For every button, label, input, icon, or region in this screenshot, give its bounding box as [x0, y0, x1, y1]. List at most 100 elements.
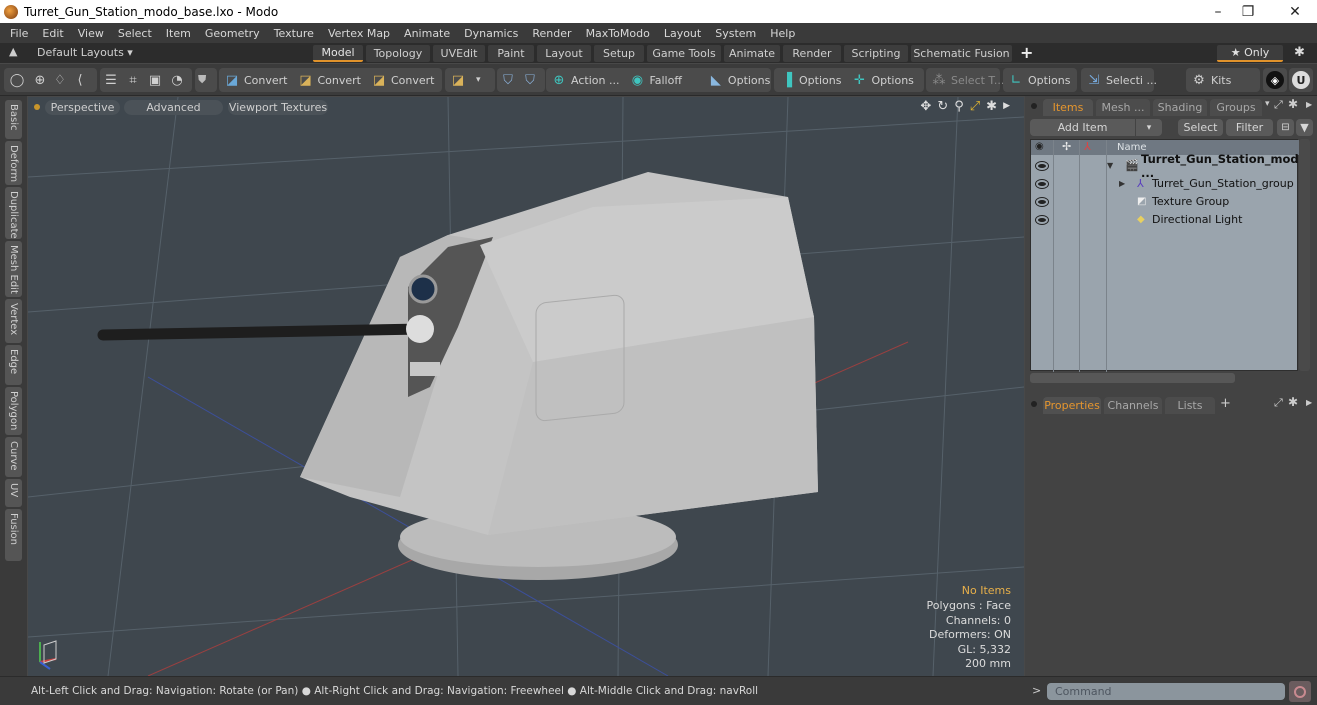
select-through-button[interactable]: ⁂ Select T...: [926, 68, 1009, 92]
menu-animate[interactable]: Animate: [397, 27, 457, 40]
tab-lists[interactable]: Lists: [1165, 397, 1215, 414]
tab-fusion[interactable]: Fusion: [5, 509, 22, 561]
tab-scripting[interactable]: Scripting: [844, 45, 908, 62]
list-item[interactable]: ◆ Directional Light: [1031, 211, 1299, 228]
tab-groups[interactable]: Groups: [1210, 99, 1262, 116]
tab-uvedit[interactable]: UVEdit: [433, 45, 485, 62]
maximize-icon[interactable]: ⤢: [970, 99, 980, 114]
tab-schematic-fusion[interactable]: Schematic Fusion: [911, 45, 1012, 62]
add-tab-button[interactable]: +: [1220, 396, 1231, 411]
expand-triangle-icon[interactable]: ▶: [1119, 179, 1125, 188]
menu-select[interactable]: Select: [111, 27, 159, 40]
tab-basic[interactable]: Basic: [5, 100, 22, 139]
default-layouts-dropdown[interactable]: Default Layouts ▾: [37, 46, 133, 59]
tab-layout[interactable]: Layout: [537, 45, 591, 62]
tab-channels[interactable]: Channels: [1104, 397, 1162, 414]
tab-render[interactable]: Render: [783, 45, 841, 62]
tab-paint[interactable]: Paint: [488, 45, 534, 62]
perspective-button[interactable]: Perspective: [45, 100, 120, 115]
panel-settings-icon[interactable]: ✱: [1288, 395, 1298, 409]
menu-texture[interactable]: Texture: [267, 27, 321, 40]
rotate-icon[interactable]: ↻: [937, 99, 948, 114]
panel-expand-icon[interactable]: ▶: [1306, 100, 1312, 109]
zoom-icon[interactable]: ⚲: [954, 99, 964, 114]
convert-button-3[interactable]: ◪ Convert: [366, 68, 440, 92]
shield-button[interactable]: ⛊: [195, 68, 217, 92]
tab-curve[interactable]: Curve: [5, 437, 22, 477]
select-globe-button[interactable]: ⊕: [30, 68, 50, 92]
options-button-2[interactable]: ▐ Options: [774, 68, 846, 92]
list-item[interactable]: ▶ ⅄ Turret_Gun_Station_group: [1031, 175, 1299, 192]
menu-help[interactable]: Help: [763, 27, 802, 40]
filter-funnel-button[interactable]: ▼: [1296, 119, 1313, 136]
menu-layout[interactable]: Layout: [657, 27, 708, 40]
options-button-4[interactable]: ∟ Options: [1003, 68, 1075, 92]
menu-render[interactable]: Render: [525, 27, 578, 40]
select-path-button[interactable]: ⟨: [70, 68, 90, 92]
collapse-up-icon[interactable]: ▲: [9, 45, 17, 58]
item-list-horizontal-scrollbar[interactable]: [1030, 373, 1235, 383]
tab-mesh[interactable]: Mesh ...: [1096, 99, 1150, 116]
tab-vertex[interactable]: Vertex: [5, 299, 22, 343]
restore-button[interactable]: ❐: [1226, 0, 1270, 23]
convert-button-1[interactable]: ◪ Convert: [219, 68, 293, 92]
collapse-triangle-icon[interactable]: ▼: [1107, 161, 1113, 170]
collapse-list-button[interactable]: ⊟: [1277, 119, 1294, 136]
menu-dynamics[interactable]: Dynamics: [457, 27, 525, 40]
pan-move-icon[interactable]: ✥: [920, 99, 931, 114]
panel-settings-icon[interactable]: ✱: [1288, 97, 1298, 111]
add-item-button[interactable]: Add Item: [1030, 119, 1135, 136]
falloff-button[interactable]: ◉ Falloff: [624, 68, 686, 92]
tab-edge[interactable]: Edge: [5, 345, 22, 385]
element-mode-2[interactable]: ⌗: [122, 68, 144, 92]
element-mode-1[interactable]: ☰: [100, 68, 122, 92]
viewport-textures-button[interactable]: Viewport Textures: [228, 100, 328, 115]
snap-button-2[interactable]: ⛉: [519, 68, 541, 92]
panel-maximize-icon[interactable]: ⤢: [1274, 396, 1283, 410]
tab-model[interactable]: Model: [313, 45, 363, 62]
viewport-status-dot[interactable]: [34, 104, 40, 110]
tab-topology[interactable]: Topology: [366, 45, 430, 62]
element-mode-4[interactable]: ◔: [166, 68, 188, 92]
options-button-3[interactable]: ✛ Options: [846, 68, 918, 92]
tab-polygon[interactable]: Polygon: [5, 387, 22, 435]
panel-maximize-icon[interactable]: ⤢: [1274, 98, 1283, 112]
panel-menu-dot[interactable]: [1031, 103, 1037, 109]
close-button[interactable]: ✕: [1273, 0, 1317, 23]
menu-edit[interactable]: Edit: [35, 27, 70, 40]
list-item[interactable]: ▼ 🎬 Turret_Gun_Station_mod ...: [1031, 152, 1299, 180]
list-item[interactable]: ◩ Texture Group: [1031, 193, 1299, 210]
unity-button[interactable]: ◈: [1263, 68, 1287, 92]
expand-arrow-icon[interactable]: ▶: [1003, 101, 1010, 114]
viewport-settings-icon[interactable]: ✱: [986, 99, 997, 114]
visibility-eye-icon[interactable]: [1036, 215, 1048, 224]
menu-file[interactable]: File: [0, 27, 35, 40]
selection-sets-button[interactable]: ⇲ Selecti ...: [1081, 68, 1162, 92]
options-button-1[interactable]: ◣ Options: [703, 68, 775, 92]
only-toggle[interactable]: ★ Only: [1217, 45, 1283, 62]
visibility-eye-icon[interactable]: [1036, 197, 1048, 206]
add-item-dropdown[interactable]: ▾: [1136, 119, 1162, 136]
command-history-button[interactable]: [1289, 681, 1311, 702]
menu-item[interactable]: Item: [159, 27, 198, 40]
tab-items[interactable]: Items: [1043, 99, 1093, 116]
tab-shading[interactable]: Shading: [1153, 99, 1207, 116]
gear-icon[interactable]: ✱: [1294, 45, 1305, 60]
command-input[interactable]: Command: [1047, 683, 1285, 700]
tabs-dropdown-icon[interactable]: ▾: [1265, 99, 1270, 109]
panel-expand-icon[interactable]: ▶: [1306, 398, 1312, 407]
item-list-vertical-scrollbar[interactable]: [1299, 139, 1310, 371]
menu-system[interactable]: System: [708, 27, 763, 40]
menu-vertex-map[interactable]: Vertex Map: [321, 27, 397, 40]
menu-maxtomodo[interactable]: MaxToModo: [579, 27, 657, 40]
cube-dropdown-arrow[interactable]: ▾: [471, 68, 486, 92]
tab-game-tools[interactable]: Game Tools: [647, 45, 721, 62]
filter-button[interactable]: Filter: [1226, 119, 1273, 136]
add-layout-tab-button[interactable]: +: [1020, 43, 1033, 62]
tab-mesh-edit[interactable]: Mesh Edit: [5, 241, 22, 297]
convert-button-2[interactable]: ◪ Convert: [293, 68, 367, 92]
advanced-button[interactable]: Advanced: [124, 100, 223, 115]
select-pen-button[interactable]: ♢: [50, 68, 70, 92]
cube-button[interactable]: ◪: [445, 68, 471, 92]
tab-duplicate[interactable]: Duplicate: [5, 187, 22, 239]
